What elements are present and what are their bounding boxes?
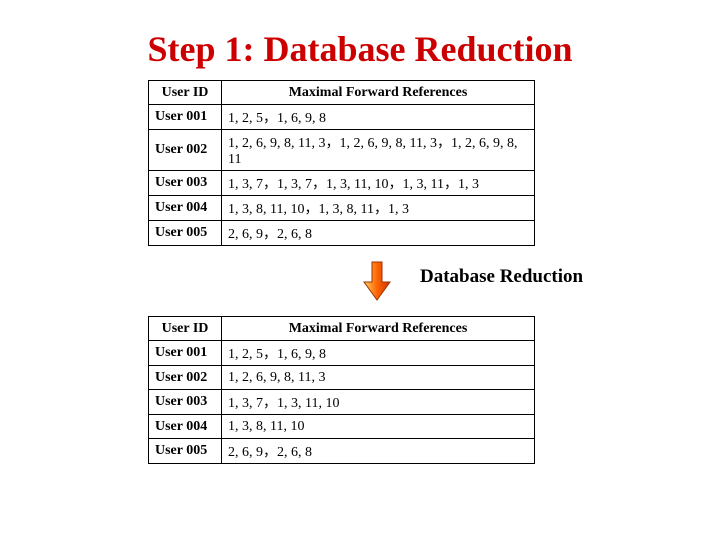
cell-user: User 004 bbox=[149, 196, 222, 221]
cell-user: User 005 bbox=[149, 221, 222, 246]
table-row: User 005 2, 6, 9，2, 6, 8 bbox=[149, 221, 535, 246]
arrow-section: Database Reduction bbox=[0, 258, 720, 308]
cell-ref: 1, 2, 6, 9, 8, 11, 3，1, 2, 6, 9, 8, 11, … bbox=[222, 130, 535, 171]
cell-ref: 1, 2, 5，1, 6, 9, 8 bbox=[222, 105, 535, 130]
header-references: Maximal Forward References bbox=[222, 317, 535, 341]
table-row: User 005 2, 6, 9，2, 6, 8 bbox=[149, 439, 535, 464]
table-header-row: User ID Maximal Forward References bbox=[149, 81, 535, 105]
table-row: User 004 1, 3, 8, 11, 10，1, 3, 8, 11，1, … bbox=[149, 196, 535, 221]
header-user-id: User ID bbox=[149, 317, 222, 341]
arrow-label: Database Reduction bbox=[420, 266, 583, 288]
cell-ref: 1, 3, 7，1, 3, 7，1, 3, 11, 10，1, 3, 11，1,… bbox=[222, 171, 535, 196]
cell-user: User 003 bbox=[149, 390, 222, 415]
down-arrow-icon bbox=[360, 260, 394, 304]
table-row: User 003 1, 3, 7，1, 3, 7，1, 3, 11, 10，1,… bbox=[149, 171, 535, 196]
slide-title: Step 1: Database Reduction bbox=[0, 0, 720, 80]
header-user-id: User ID bbox=[149, 81, 222, 105]
cell-ref: 2, 6, 9，2, 6, 8 bbox=[222, 221, 535, 246]
table-row: User 002 1, 2, 6, 9, 8, 11, 3，1, 2, 6, 9… bbox=[149, 130, 535, 171]
cell-ref: 1, 3, 8, 11, 10 bbox=[222, 415, 535, 439]
cell-user: User 002 bbox=[149, 366, 222, 390]
table-before: User ID Maximal Forward References User … bbox=[148, 80, 535, 246]
cell-user: User 002 bbox=[149, 130, 222, 171]
table-header-row: User ID Maximal Forward References bbox=[149, 317, 535, 341]
table-row: User 001 1, 2, 5，1, 6, 9, 8 bbox=[149, 341, 535, 366]
table-after: User ID Maximal Forward References User … bbox=[148, 316, 535, 464]
table-row: User 002 1, 2, 6, 9, 8, 11, 3 bbox=[149, 366, 535, 390]
header-references: Maximal Forward References bbox=[222, 81, 535, 105]
cell-user: User 001 bbox=[149, 105, 222, 130]
table-row: User 003 1, 3, 7，1, 3, 11, 10 bbox=[149, 390, 535, 415]
cell-user: User 004 bbox=[149, 415, 222, 439]
cell-ref: 1, 2, 5，1, 6, 9, 8 bbox=[222, 341, 535, 366]
cell-ref: 1, 3, 8, 11, 10，1, 3, 8, 11，1, 3 bbox=[222, 196, 535, 221]
table-row: User 001 1, 2, 5，1, 6, 9, 8 bbox=[149, 105, 535, 130]
cell-user: User 001 bbox=[149, 341, 222, 366]
cell-ref: 1, 2, 6, 9, 8, 11, 3 bbox=[222, 366, 535, 390]
cell-ref: 2, 6, 9，2, 6, 8 bbox=[222, 439, 535, 464]
cell-user: User 003 bbox=[149, 171, 222, 196]
table-row: User 004 1, 3, 8, 11, 10 bbox=[149, 415, 535, 439]
cell-user: User 005 bbox=[149, 439, 222, 464]
cell-ref: 1, 3, 7，1, 3, 11, 10 bbox=[222, 390, 535, 415]
